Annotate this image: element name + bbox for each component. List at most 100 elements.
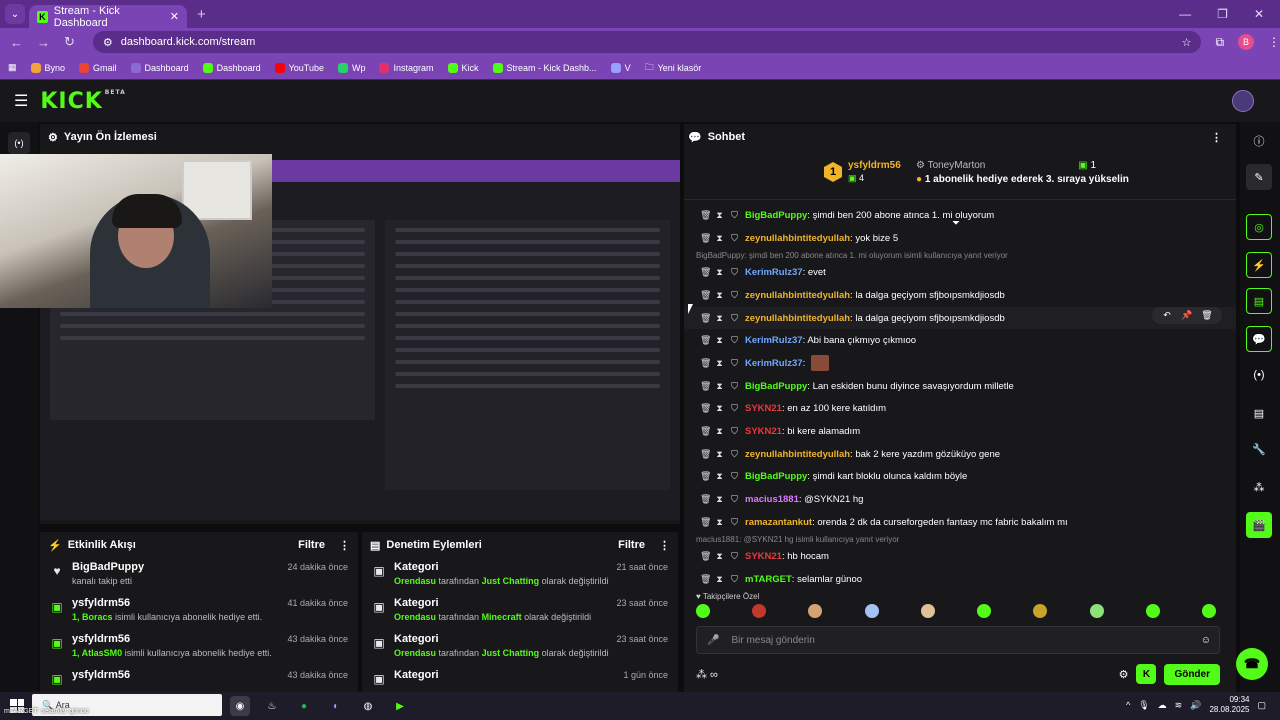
chat-message[interactable]: 🗑 ⧗ ⛉ SYKN21: en az 100 kere katıldım: [684, 398, 1236, 421]
chat-username[interactable]: macius1881: [745, 494, 799, 505]
moderation-menu-icon[interactable]: ⋮: [659, 539, 670, 552]
emote-icon[interactable]: [864, 604, 879, 618]
chat-username[interactable]: zeynullahbintitedyullah: [745, 449, 850, 460]
chat-message[interactable]: 🗑 ⧗ ⛉ BigBadPuppy: şimdi ben 200 abone atın…: [684, 204, 1236, 227]
new-tab-button[interactable]: +: [197, 6, 206, 23]
clapper-icon[interactable]: 🎬: [1246, 512, 1272, 538]
bookmark-item[interactable]: Dashboard: [130, 62, 189, 73]
bookmark-item[interactable]: Gmail: [79, 62, 117, 73]
bookmark-item[interactable]: V: [610, 62, 631, 73]
camera-focus-icon[interactable]: ◎: [1246, 214, 1272, 240]
wifi-icon[interactable]: ≋: [1175, 700, 1183, 711]
cloud-icon[interactable]: ☁: [1158, 700, 1167, 711]
chat-message[interactable]: 🗑 ⧗ ⛉ zeynullahbintitedyullah: la dalga geç…: [684, 284, 1236, 307]
site-info-icon[interactable]: ⚙: [103, 36, 113, 49]
bookmark-item[interactable]: Wp: [337, 62, 365, 73]
chat-message[interactable]: 🗑 ⧗ ⛉ BigBadPuppy: şimdi kart bloklu olunca…: [684, 466, 1236, 489]
delete-icon[interactable]: 🗑: [700, 551, 711, 562]
emote-icon[interactable]: [1201, 604, 1216, 618]
chrome-icon[interactable]: ◉: [230, 696, 250, 716]
chat-username[interactable]: zeynullahbintitedyullah: [745, 233, 850, 244]
timeout-hourglass-icon[interactable]: ⧗: [715, 381, 724, 392]
url-field[interactable]: ⚙ dashboard.kick.com/stream ☆: [92, 31, 1202, 53]
timeout-hourglass-icon[interactable]: ⧗: [715, 403, 724, 414]
emote-icon[interactable]: [1145, 604, 1160, 618]
emoji-icon[interactable]: ☺: [1201, 635, 1211, 646]
timeout-hourglass-icon[interactable]: ⧗: [715, 471, 724, 482]
chat-message[interactable]: 🗑 ⧗ ⛉ KerimRulz37:: [684, 352, 1236, 375]
chat-message[interactable]: 🗑 ⧗ ⛉ SYKN21: hb hocam: [684, 546, 1236, 569]
delete-icon[interactable]: 🗑: [700, 290, 711, 301]
microphone-icon[interactable]: 🎤: [707, 635, 719, 646]
chat-username[interactable]: zeynullahbintitedyullah: [745, 313, 850, 324]
delete-icon[interactable]: 🗑: [700, 358, 711, 369]
chat-message[interactable]: 🗑 ⧗ ⛉ zeynullahbintitedyullah: bak 2 kere y…: [684, 443, 1236, 466]
moderation-filter-button[interactable]: Filtre: [618, 539, 645, 552]
emote-icon[interactable]: [696, 604, 710, 618]
delete-icon[interactable]: 🗑: [700, 210, 711, 221]
tray-chevron-icon[interactable]: ^: [1126, 700, 1130, 710]
restore-icon[interactable]: ❐: [1217, 7, 1228, 21]
delete-icon[interactable]: 🗑: [700, 335, 711, 346]
apps-grid-icon[interactable]: ▦: [8, 62, 17, 73]
activity-filter-button[interactable]: Filtre: [298, 539, 325, 552]
delete-icon[interactable]: 🗑: [700, 313, 711, 324]
reply-icon[interactable]: ↶: [1158, 310, 1176, 321]
minimize-icon[interactable]: —: [1179, 7, 1191, 21]
delete-icon[interactable]: 🗑: [700, 494, 711, 505]
chat-username[interactable]: BigBadPuppy: [745, 381, 807, 392]
chat-username[interactable]: KerimRulz37: [745, 335, 803, 346]
timeout-hourglass-icon[interactable]: ⧗: [715, 290, 724, 301]
emote-icon[interactable]: [808, 604, 823, 618]
mic-tray-icon[interactable]: 🎙: [1138, 700, 1149, 711]
chat-username[interactable]: KerimRulz37: [745, 358, 803, 369]
lightning-icon[interactable]: ⚡: [1246, 252, 1272, 278]
bookmark-item[interactable]: Stream - Kick Dashb...: [492, 62, 597, 73]
edit-pencil-icon[interactable]: ✎: [1246, 164, 1272, 190]
discord-icon[interactable]: ◐: [326, 696, 346, 716]
profile-avatar[interactable]: B: [1238, 34, 1254, 50]
live-broadcast-icon[interactable]: (•): [8, 132, 30, 154]
delete-icon[interactable]: 🗑: [700, 233, 711, 244]
delete-icon[interactable]: 🗑: [700, 381, 711, 392]
chat-username[interactable]: mTARGET: [745, 574, 792, 585]
apps-icon[interactable]: ⁂: [1246, 474, 1272, 500]
bookmark-item[interactable]: Kick: [447, 62, 479, 73]
chat-menu-icon[interactable]: ⋮: [1211, 131, 1222, 144]
trash-icon[interactable]: 🗑: [1198, 310, 1216, 321]
timeout-hourglass-icon[interactable]: ⧗: [715, 313, 724, 324]
chat-message[interactable]: 🗑 ⧗ ⛉ mTARGET: selamlar günoo: [684, 568, 1236, 591]
forward-arrow-icon[interactable]: →: [37, 35, 50, 50]
timeout-hourglass-icon[interactable]: ⧗: [715, 551, 724, 562]
volume-icon[interactable]: 🔊: [1190, 700, 1201, 711]
server-icon[interactable]: ▤: [1246, 400, 1272, 426]
steam-icon[interactable]: ♨: [262, 696, 282, 716]
window-close-icon[interactable]: ✕: [1254, 7, 1264, 21]
chat-username[interactable]: ramazantankut: [745, 517, 812, 528]
bookmark-item[interactable]: Instagram: [379, 62, 434, 73]
timeout-hourglass-icon[interactable]: ⧗: [715, 574, 724, 585]
bookmark-item[interactable]: Dashboard: [202, 62, 261, 73]
delete-icon[interactable]: 🗑: [700, 574, 711, 585]
notification-icon[interactable]: ▢: [1257, 700, 1266, 711]
browser-tab[interactable]: K Stream - Kick Dashboard ✕: [29, 5, 187, 29]
delete-icon[interactable]: 🗑: [700, 403, 711, 414]
reload-icon[interactable]: ↻: [64, 34, 75, 50]
timeout-hourglass-icon[interactable]: ⧗: [715, 494, 724, 505]
chat-username[interactable]: zeynullahbintitedyullah: [745, 290, 850, 301]
timeout-hourglass-icon[interactable]: ⧗: [715, 210, 724, 221]
second-username[interactable]: ⚙ ToneyMarton: [916, 160, 985, 171]
support-fab-icon[interactable]: ☎: [1236, 648, 1268, 680]
emote-icon[interactable]: [977, 604, 992, 618]
timeout-hourglass-icon[interactable]: ⧗: [715, 233, 724, 244]
back-arrow-icon[interactable]: ←: [10, 35, 23, 50]
chat-username[interactable]: BigBadPuppy: [745, 471, 807, 482]
browser-menu-icon[interactable]: ⋮: [1268, 35, 1280, 49]
bookmark-star-icon[interactable]: ☆: [1182, 36, 1192, 49]
delete-icon[interactable]: 🗑: [700, 517, 711, 528]
delete-icon[interactable]: 🗑: [700, 471, 711, 482]
clock[interactable]: 09:34 28.08.2025: [1209, 695, 1249, 715]
user-avatar[interactable]: [1232, 90, 1254, 112]
timeout-hourglass-icon[interactable]: ⧗: [715, 426, 724, 437]
emote-icon[interactable]: [920, 604, 935, 618]
